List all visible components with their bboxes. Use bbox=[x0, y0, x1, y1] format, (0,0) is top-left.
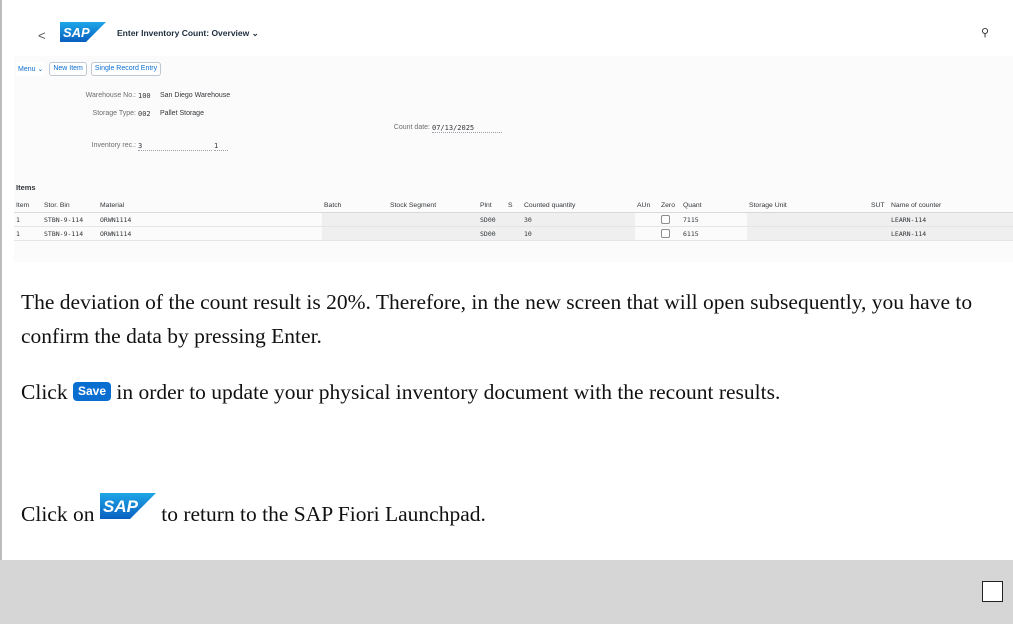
col-aun[interactable]: AUn bbox=[635, 198, 659, 213]
sap-logo-text: SAP bbox=[63, 25, 90, 40]
col-stor-bin[interactable]: Stor. Bin bbox=[42, 198, 98, 213]
search-icon[interactable]: ⚲ bbox=[981, 26, 989, 39]
warehouse-field[interactable]: 100 bbox=[138, 92, 151, 100]
checkbox[interactable] bbox=[982, 581, 1003, 602]
cell-stor-bin: STBN-9-114 bbox=[42, 212, 98, 227]
cell-stor-bin: STBN-9-114 bbox=[42, 226, 98, 241]
back-icon[interactable]: < bbox=[38, 28, 46, 43]
warehouse-text: San Diego Warehouse bbox=[160, 92, 231, 99]
cell-batch[interactable] bbox=[322, 212, 388, 227]
count-date-field[interactable]: 07/13/2025 bbox=[432, 124, 502, 133]
sap-logo-inline[interactable]: SAP bbox=[99, 493, 156, 529]
instruction-paragraph-1: The deviation of the count result is 20%… bbox=[21, 290, 973, 348]
items-table: Item Stor. Bin Material Batch Stock Segm… bbox=[14, 198, 1013, 241]
cell-plant: SD00 bbox=[478, 212, 506, 227]
storage-type-label: Storage Type: bbox=[92, 110, 136, 117]
cell-zero[interactable] bbox=[659, 212, 681, 227]
left-border bbox=[0, 0, 2, 560]
col-quant[interactable]: Quant bbox=[681, 198, 747, 213]
cell-item: 1 bbox=[14, 226, 42, 241]
cell-quant: 6115 bbox=[681, 226, 747, 241]
items-title: Items bbox=[16, 183, 36, 192]
storage-type-field[interactable]: 002 bbox=[138, 110, 151, 118]
cell-batch[interactable] bbox=[322, 226, 388, 241]
table-row[interactable]: 1 STBN-9-114 ORWN1114 SD00 10 6115 LEARN… bbox=[14, 226, 1013, 241]
shell-bar: < SAP Enter Inventory Count: Overview ⌄ … bbox=[14, 10, 1013, 56]
cell-aun[interactable] bbox=[635, 212, 659, 227]
cell-counted-quantity[interactable]: 30 bbox=[522, 212, 635, 227]
col-storage-unit[interactable]: Storage Unit bbox=[747, 198, 869, 213]
cell-material: ORWN1114 bbox=[98, 226, 322, 241]
col-material[interactable]: Material bbox=[98, 198, 322, 213]
cell-stock-segment[interactable] bbox=[388, 226, 478, 241]
cell-item: 1 bbox=[14, 212, 42, 227]
col-name-of-counter[interactable]: Name of counter bbox=[889, 198, 1013, 213]
table-header: Item Stor. Bin Material Batch Stock Segm… bbox=[14, 198, 1013, 213]
p3-text-before: Click on bbox=[21, 502, 100, 526]
inventory-rec-field[interactable]: 3 bbox=[138, 142, 212, 151]
footer-bar bbox=[0, 560, 1013, 624]
single-record-entry-button[interactable]: Single Record Entry bbox=[90, 62, 162, 76]
cell-s[interactable] bbox=[506, 226, 522, 241]
instruction-paragraph-3: Click on SAP to return to the SAP Fiori … bbox=[21, 493, 996, 531]
col-item[interactable]: Item bbox=[14, 198, 42, 213]
cell-s[interactable] bbox=[506, 212, 522, 227]
cell-zero[interactable] bbox=[659, 226, 681, 241]
instruction-paragraph-2: Click Save in order to update your physi… bbox=[21, 375, 996, 409]
cell-material: ORWN1114 bbox=[98, 212, 322, 227]
col-plant[interactable]: Plnt bbox=[478, 198, 506, 213]
sap-screenshot: < SAP Enter Inventory Count: Overview ⌄ … bbox=[14, 10, 1013, 262]
inventory-rec-field-2[interactable]: 1 bbox=[214, 142, 228, 151]
menu-button[interactable]: Menu ⌄ bbox=[16, 62, 46, 76]
cell-name-of-counter[interactable]: LEARN-114 bbox=[889, 226, 1013, 241]
col-zero[interactable]: Zero bbox=[659, 198, 681, 213]
table-row[interactable]: 1 STBN-9-114 ORWN1114 SD00 30 7115 LEARN… bbox=[14, 212, 1013, 227]
p2-text-before: Click bbox=[21, 380, 73, 404]
cell-plant: SD00 bbox=[478, 226, 506, 241]
p3-text-after: to return to the SAP Fiori Launchpad. bbox=[155, 502, 486, 526]
new-item-button[interactable]: New Item bbox=[49, 62, 87, 76]
cell-storage-unit[interactable] bbox=[747, 226, 869, 241]
col-counted-quantity[interactable]: Counted quantity bbox=[522, 198, 635, 213]
col-stock-segment[interactable]: Stock Segment bbox=[388, 198, 478, 213]
col-batch[interactable]: Batch bbox=[322, 198, 388, 213]
cell-sut[interactable] bbox=[869, 212, 889, 227]
col-sut[interactable]: SUT bbox=[869, 198, 889, 213]
storage-type-text: Pallet Storage bbox=[160, 110, 204, 117]
cell-counted-quantity[interactable]: 10 bbox=[522, 226, 635, 241]
count-date-label: Count date: bbox=[393, 124, 430, 131]
sap-logo[interactable]: SAP bbox=[60, 22, 106, 47]
cell-quant: 7115 bbox=[681, 212, 747, 227]
zero-checkbox[interactable] bbox=[661, 229, 670, 238]
p2-text-after: in order to update your physical invento… bbox=[111, 380, 781, 404]
warehouse-label: Warehouse No.: bbox=[85, 92, 136, 99]
save-button[interactable]: Save bbox=[72, 382, 111, 401]
sap-logo-inline-text: SAP bbox=[103, 497, 139, 516]
app-title[interactable]: Enter Inventory Count: Overview ⌄ bbox=[117, 28, 259, 39]
inventory-rec-label: Inventory rec.: bbox=[91, 142, 136, 149]
header-form: Warehouse No.: 100 San Diego Warehouse S… bbox=[14, 92, 1013, 162]
zero-checkbox[interactable] bbox=[661, 215, 670, 224]
cell-stock-segment[interactable] bbox=[388, 212, 478, 227]
cell-aun[interactable] bbox=[635, 226, 659, 241]
cell-sut[interactable] bbox=[869, 226, 889, 241]
cell-storage-unit[interactable] bbox=[747, 212, 869, 227]
toolbar: Menu ⌄ New Item Single Record Entry bbox=[16, 62, 162, 76]
cell-name-of-counter[interactable]: LEARN-114 bbox=[889, 212, 1013, 227]
col-s[interactable]: S bbox=[506, 198, 522, 213]
